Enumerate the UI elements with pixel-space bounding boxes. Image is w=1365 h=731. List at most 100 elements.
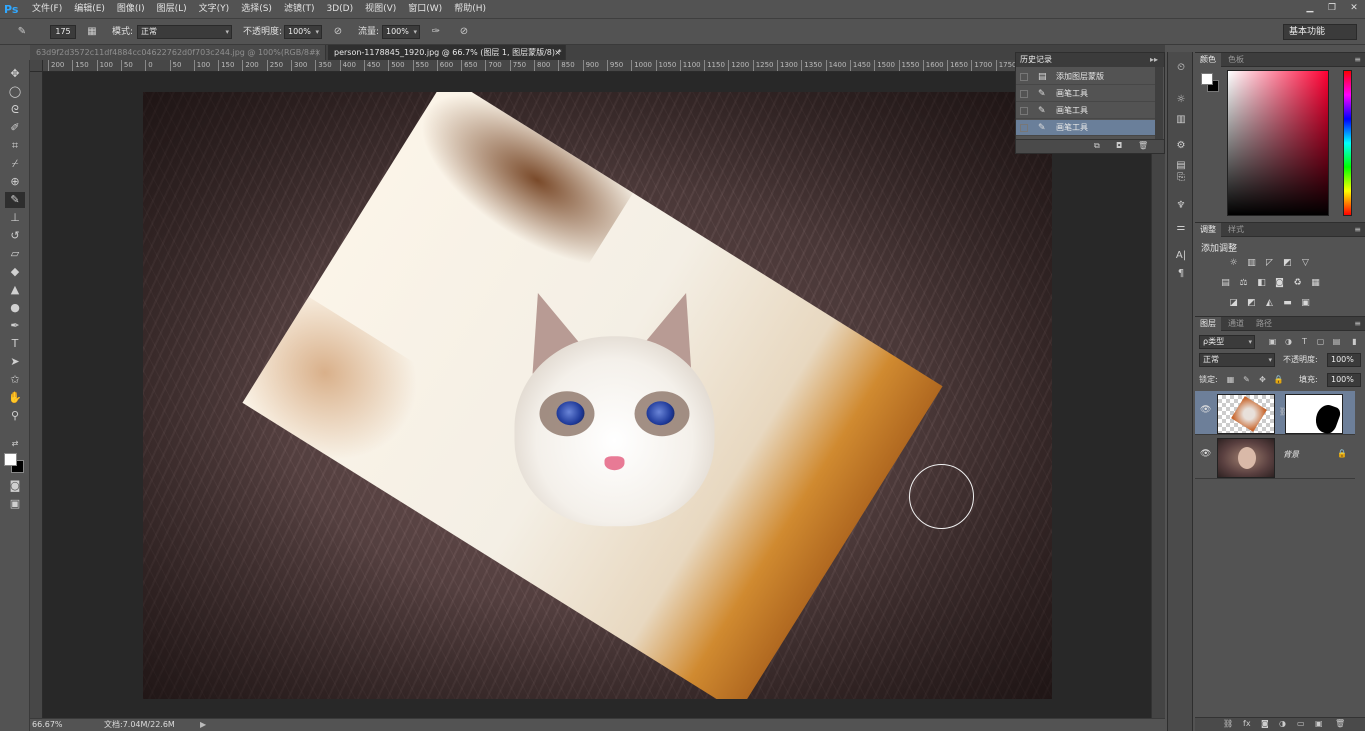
new-group-icon[interactable]: ▭ bbox=[1297, 719, 1305, 728]
tab-styles[interactable]: 样式 bbox=[1223, 223, 1249, 237]
zoom-level[interactable]: 66.67% bbox=[32, 719, 63, 731]
filter-adjustment-icon[interactable]: ◑ bbox=[1283, 336, 1294, 348]
minimize-button[interactable]: ▁ bbox=[1299, 0, 1321, 16]
blur-tool-icon[interactable]: ▲ bbox=[5, 282, 25, 298]
properties-icon[interactable]: ⚙ bbox=[1172, 138, 1190, 154]
new-document-from-state-icon[interactable]: ⧉ bbox=[1094, 141, 1100, 151]
history-item[interactable]: ✎ 画笔工具 bbox=[1016, 86, 1156, 102]
brightness-icon[interactable]: ☼ bbox=[1172, 92, 1190, 108]
layer-row-background[interactable]: 👁 背景 🔒 bbox=[1195, 435, 1355, 479]
paint-bucket-tool-icon[interactable]: ◆ bbox=[5, 264, 25, 280]
eye-icon[interactable]: 👁 bbox=[1200, 405, 1211, 415]
dodge-tool-icon[interactable]: ● bbox=[5, 300, 25, 316]
history-item[interactable]: ▤ 添加图层蒙版 bbox=[1016, 69, 1156, 85]
paragraph-icon[interactable]: ¶ bbox=[1172, 266, 1190, 282]
channel-mixer-icon[interactable]: ♻ bbox=[1291, 277, 1304, 289]
color-balance-icon[interactable]: ⚖ bbox=[1237, 277, 1250, 289]
panel-menu-icon[interactable]: ≡ bbox=[1354, 223, 1361, 237]
airbrush-icon[interactable]: ✑ bbox=[428, 25, 444, 39]
snapshot-camera-icon[interactable]: ◘ bbox=[1116, 141, 1122, 150]
hand-tool-icon[interactable]: ✋ bbox=[5, 390, 25, 406]
menu-window[interactable]: 窗口(W) bbox=[402, 0, 448, 19]
tab-document-1[interactable]: 63d9f2d3572c11df4884cc04622762d0f703c244… bbox=[30, 45, 326, 60]
photo-filter-icon[interactable]: ◙ bbox=[1273, 277, 1286, 289]
lock-pixels-icon[interactable]: ✎ bbox=[1241, 374, 1252, 386]
zoom-tool-icon[interactable]: ⚲ bbox=[5, 408, 25, 424]
layer-name[interactable]: 背景 bbox=[1283, 449, 1299, 460]
menu-help[interactable]: 帮助(H) bbox=[448, 0, 492, 19]
layer-opacity-input[interactable]: 100% bbox=[1327, 353, 1361, 367]
eyedropper-tool-icon[interactable]: ⌿ bbox=[5, 156, 25, 172]
menu-type[interactable]: 文字(Y) bbox=[193, 0, 236, 19]
pen-tool-icon[interactable]: ✒ bbox=[5, 318, 25, 334]
history-checkbox[interactable] bbox=[1020, 124, 1028, 132]
fill-input[interactable]: 100% bbox=[1327, 373, 1361, 387]
mode-select[interactable]: 正常 ▾ bbox=[137, 25, 232, 39]
menu-filter[interactable]: 滤镜(T) bbox=[278, 0, 321, 19]
hue-slider[interactable] bbox=[1343, 70, 1352, 216]
vibrance-icon[interactable]: ▽ bbox=[1299, 257, 1312, 269]
document-canvas[interactable] bbox=[143, 92, 1052, 699]
layer-mask-thumbnail[interactable] bbox=[1285, 394, 1343, 436]
tab-layers[interactable]: 图层 bbox=[1195, 317, 1221, 331]
eye-icon[interactable]: 👁 bbox=[1200, 449, 1211, 459]
brush-panel-icon[interactable]: ▦ bbox=[84, 25, 100, 39]
lock-transparent-icon[interactable]: ▦ bbox=[1225, 374, 1236, 386]
new-layer-icon[interactable]: ▣ bbox=[1315, 719, 1323, 728]
layer-style-fx-icon[interactable]: fx bbox=[1243, 719, 1251, 728]
swap-colors-icon[interactable]: ⇄ bbox=[5, 436, 25, 452]
lock-position-icon[interactable]: ✥ bbox=[1257, 374, 1268, 386]
adjustment-layer-icon[interactable]: ◑ bbox=[1279, 719, 1286, 728]
history-panel-header[interactable]: 历史记录 ▸▸ bbox=[1016, 53, 1164, 67]
menu-3d[interactable]: 3D(D) bbox=[320, 0, 359, 19]
brush-presets-icon[interactable]: ♆ bbox=[1172, 198, 1190, 214]
history-scrollbar[interactable] bbox=[1155, 67, 1163, 139]
tab-color[interactable]: 颜色 bbox=[1195, 53, 1221, 67]
healing-brush-tool-icon[interactable]: ⊕ bbox=[5, 174, 25, 190]
levels-icon[interactable]: ▥ bbox=[1172, 112, 1190, 128]
close-icon[interactable]: × bbox=[554, 45, 561, 60]
filter-smart-object-icon[interactable]: ▤ bbox=[1331, 336, 1342, 348]
character-icon[interactable]: A| bbox=[1172, 248, 1190, 264]
menu-image[interactable]: 图像(I) bbox=[111, 0, 151, 19]
opacity-input[interactable]: 100% ▾ bbox=[284, 25, 322, 39]
filter-type-icon[interactable]: T bbox=[1299, 336, 1310, 348]
selective-color-icon[interactable]: ▣ bbox=[1299, 297, 1312, 309]
menu-edit[interactable]: 编辑(E) bbox=[68, 0, 111, 19]
channels-icon[interactable]: ⎘ bbox=[1172, 170, 1190, 186]
history-item[interactable]: ✎ 画笔工具 bbox=[1016, 103, 1156, 119]
panel-expand-icon[interactable]: ▸▸ bbox=[1150, 53, 1158, 67]
history-panel-icon[interactable]: ⏲ bbox=[1172, 60, 1190, 76]
tab-adjustments[interactable]: 调整 bbox=[1195, 223, 1221, 237]
trash-icon[interactable]: 🗑 bbox=[1138, 141, 1148, 150]
layer-filter-select[interactable]: ρ类型 ▾ bbox=[1199, 335, 1255, 349]
status-menu-arrow-icon[interactable]: ▶ bbox=[200, 719, 206, 731]
history-checkbox[interactable] bbox=[1020, 107, 1028, 115]
menu-view[interactable]: 视图(V) bbox=[359, 0, 402, 19]
brush-tool-icon[interactable]: ✎ bbox=[5, 192, 25, 208]
crop-tool-icon[interactable]: ⌗ bbox=[5, 138, 25, 154]
tab-paths[interactable]: 路径 bbox=[1251, 317, 1277, 331]
invert-icon[interactable]: ◪ bbox=[1227, 297, 1240, 309]
marquee-tool-icon[interactable]: ◯ bbox=[5, 84, 25, 100]
eraser-tool-icon[interactable]: ▱ bbox=[5, 246, 25, 262]
panel-menu-icon[interactable]: ≡ bbox=[1354, 53, 1361, 67]
horizontal-ruler[interactable]: 200 150 100 50 0 50 100 150 200 250 300 350 400 450 50… bbox=[43, 60, 1165, 72]
tab-document-2[interactable]: person-1178845_1920.jpg @ 66.7% (图层 1, 图… bbox=[328, 45, 566, 60]
vertical-scrollbar[interactable] bbox=[1151, 72, 1165, 718]
brush-tool-preset-icon[interactable]: ✎ bbox=[14, 25, 30, 39]
adjust-icon[interactable]: ⚌ bbox=[1172, 220, 1190, 236]
menu-layer[interactable]: 图层(L) bbox=[151, 0, 193, 19]
close-button[interactable]: ✕ bbox=[1343, 0, 1365, 16]
levels-icon[interactable]: ▥ bbox=[1245, 257, 1258, 269]
history-brush-tool-icon[interactable]: ↺ bbox=[5, 228, 25, 244]
pressure-opacity-icon[interactable]: ⊘ bbox=[330, 25, 346, 39]
history-item-selected[interactable]: ✎ 画笔工具 bbox=[1016, 120, 1156, 136]
workspace-select[interactable]: 基本功能 bbox=[1283, 24, 1357, 40]
lasso-tool-icon[interactable]: ᘓ bbox=[5, 102, 25, 118]
add-mask-icon[interactable]: ◙ bbox=[1261, 719, 1269, 728]
black-white-icon[interactable]: ◧ bbox=[1255, 277, 1268, 289]
foreground-color-swatch[interactable] bbox=[4, 453, 17, 466]
type-tool-icon[interactable]: T bbox=[5, 336, 25, 352]
move-tool-icon[interactable]: ✥ bbox=[5, 66, 25, 82]
